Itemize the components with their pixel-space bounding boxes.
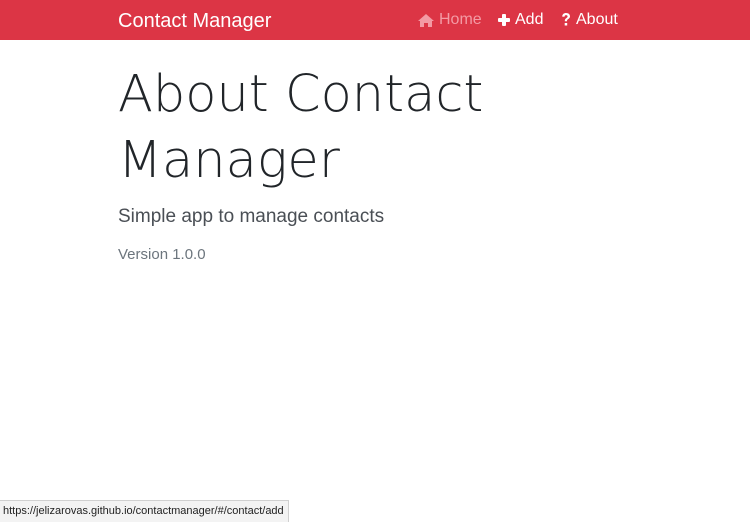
nav-about[interactable]: About [560,11,618,29]
nav-about-label: About [576,11,618,28]
nav-home-label: Home [439,11,482,28]
brand-link[interactable]: Contact Manager [118,9,271,33]
nav-home[interactable]: Home [417,11,482,29]
home-icon [417,13,439,28]
status-bar-url: https://jelizarovas.github.io/contactman… [0,500,289,522]
navbar: Contact Manager Home Add About [0,0,750,40]
nav-add[interactable]: Add [497,11,543,29]
question-icon [560,12,576,28]
nav-add-label: Add [515,11,544,28]
version-text: Version 1.0.0 [118,246,206,263]
plus-icon [497,13,515,27]
about-content: About Contact Manager Simple app to mana… [118,62,638,266]
page-subtitle: Simple app to manage contacts [118,206,385,227]
page-title: About Contact Manager [118,65,484,190]
